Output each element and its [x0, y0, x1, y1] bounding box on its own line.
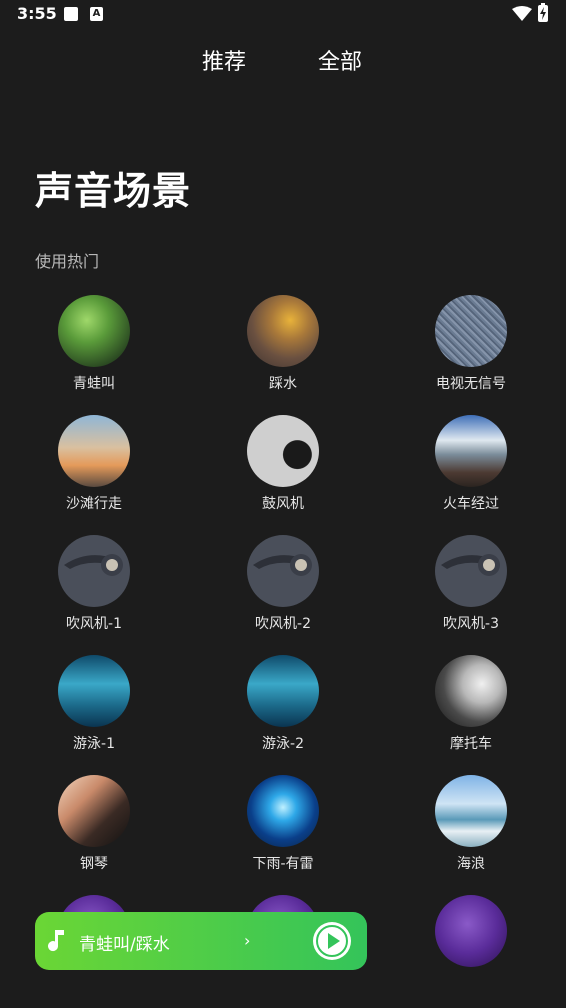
scene-thumbnail	[247, 655, 319, 727]
scene-label: 钢琴	[80, 856, 108, 872]
scene-thumbnail	[247, 775, 319, 847]
scene-label: 摩托车	[450, 736, 492, 752]
scene-label: 沙滩行走	[66, 496, 122, 512]
scene-label: 踩水	[269, 376, 297, 392]
wifi-icon	[512, 6, 532, 26]
scene-label: 鼓风机	[262, 496, 304, 512]
scene-thumbnail	[247, 415, 319, 487]
scene-label: 吹风机-1	[66, 616, 122, 632]
scene-item-beach[interactable]: 沙滩行走	[34, 413, 154, 513]
grid-row: 钢琴 下雨-有雷 海浪	[0, 773, 566, 893]
scene-item-partial[interactable]	[411, 893, 531, 967]
scene-item-thunderstorm[interactable]: 下雨-有雷	[223, 773, 343, 873]
scene-label: 吹风机-3	[443, 616, 499, 632]
scene-item-motorcycle[interactable]: 摩托车	[411, 653, 531, 753]
battery-charging-icon	[538, 3, 548, 22]
scene-label: 青蛙叫	[73, 376, 115, 392]
scene-label: 海浪	[457, 856, 485, 872]
grid-row: 游泳-1 游泳-2 摩托车	[0, 653, 566, 773]
scene-item-hair-dryer-3[interactable]: 吹风机-3	[411, 533, 531, 633]
scene-label: 火车经过	[443, 496, 499, 512]
scene-item-hair-dryer-1[interactable]: 吹风机-1	[34, 533, 154, 633]
scene-thumbnail	[435, 895, 507, 967]
scene-thumbnail	[435, 415, 507, 487]
scene-item-ocean-wave[interactable]: 海浪	[411, 773, 531, 873]
now-playing-title: 青蛙叫/踩水	[79, 935, 170, 955]
scene-thumbnail	[247, 295, 319, 367]
scene-label: 游泳-2	[262, 736, 304, 752]
scene-thumbnail	[58, 775, 130, 847]
scene-thumbnail	[435, 775, 507, 847]
scene-thumbnail	[58, 535, 130, 607]
grid-row: 沙滩行走 鼓风机 火车经过	[0, 413, 566, 533]
scene-item-splash[interactable]: 踩水	[223, 293, 343, 393]
scene-grid: 青蛙叫 踩水 电视无信号 沙滩行走 鼓风机 火车经过 吹风机-1 吹风机-2 吹…	[0, 293, 566, 1008]
scene-thumbnail	[435, 655, 507, 727]
accessibility-a-icon: A	[90, 7, 103, 21]
scene-item-frog[interactable]: 青蛙叫	[34, 293, 154, 393]
scene-item-swimming-1[interactable]: 游泳-1	[34, 653, 154, 753]
grid-row: 青蛙叫 踩水 电视无信号	[0, 293, 566, 413]
status-bar: 3:55 A	[0, 0, 566, 30]
play-button[interactable]	[313, 922, 351, 960]
scene-item-piano[interactable]: 钢琴	[34, 773, 154, 873]
section-label: 使用热门	[35, 252, 100, 271]
scene-thumbnail	[58, 415, 130, 487]
scene-thumbnail	[58, 655, 130, 727]
top-tabs: 推荐 全部	[0, 44, 566, 78]
tab-all[interactable]: 全部	[318, 44, 362, 76]
notification-square-icon	[64, 7, 78, 21]
scene-thumbnail	[435, 535, 507, 607]
scene-item-tv-static[interactable]: 电视无信号	[411, 293, 531, 393]
scene-thumbnail	[247, 535, 319, 607]
scene-label: 下雨-有雷	[252, 856, 314, 872]
scene-item-train[interactable]: 火车经过	[411, 413, 531, 513]
scene-label: 吹风机-2	[255, 616, 311, 632]
status-time: 3:55	[17, 4, 57, 23]
scene-label: 电视无信号	[436, 376, 506, 392]
scene-label: 游泳-1	[73, 736, 115, 752]
music-note-icon	[48, 930, 66, 956]
now-playing-bar[interactable]: 青蛙叫/踩水 ›	[35, 912, 367, 970]
scene-thumbnail	[58, 295, 130, 367]
scene-item-hair-dryer-2[interactable]: 吹风机-2	[223, 533, 343, 633]
chevron-right-icon[interactable]: ›	[244, 931, 250, 950]
app-screen: 3:55 A 推荐 全部 声音场景 使用热门 青蛙叫 踩水 电视无信号 沙滩行走…	[0, 0, 566, 1008]
grid-row: 吹风机-1 吹风机-2 吹风机-3	[0, 533, 566, 653]
scene-item-swimming-2[interactable]: 游泳-2	[223, 653, 343, 753]
scene-item-blower[interactable]: 鼓风机	[223, 413, 343, 513]
tab-recommend[interactable]: 推荐	[202, 44, 246, 76]
play-icon	[316, 925, 348, 957]
page-title: 声音场景	[35, 169, 192, 213]
scene-thumbnail	[435, 295, 507, 367]
